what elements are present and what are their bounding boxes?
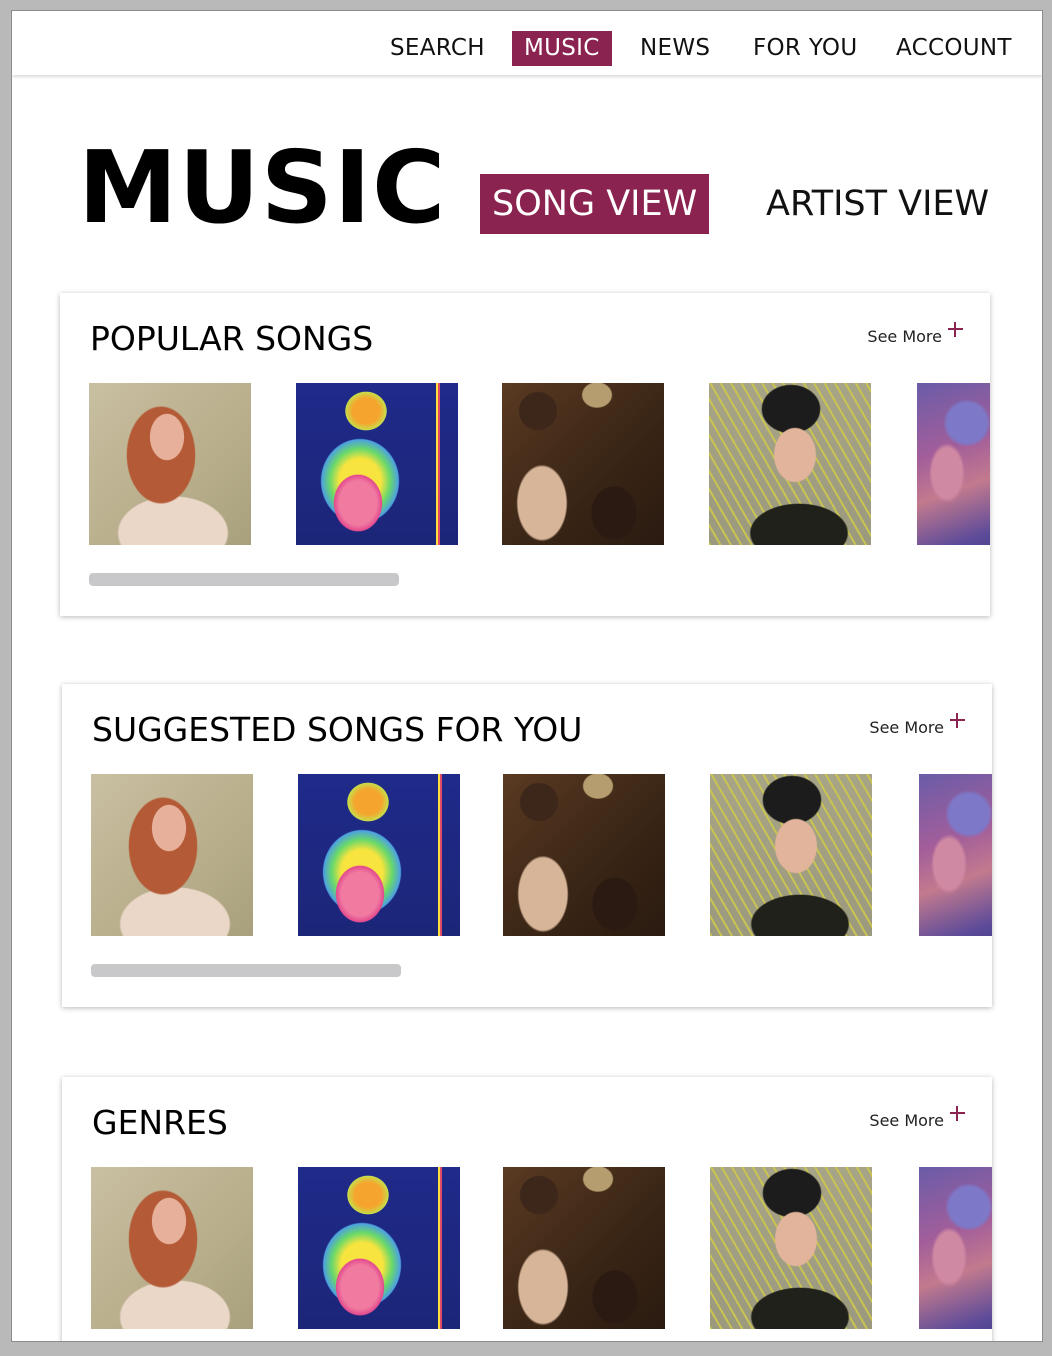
plus-icon xyxy=(948,322,963,337)
top-navigation: SEARCH MUSIC NEWS FOR YOU ACCOUNT xyxy=(12,11,1042,75)
nav-news[interactable]: NEWS xyxy=(628,31,722,66)
album-cover[interactable] xyxy=(296,383,458,545)
nav-account[interactable]: ACCOUNT xyxy=(884,31,1024,66)
album-cover[interactable] xyxy=(91,774,253,936)
section-title: POPULAR SONGS xyxy=(90,319,374,358)
nav-search[interactable]: SEARCH xyxy=(378,31,497,66)
horizontal-scrollbar[interactable] xyxy=(89,573,399,586)
nav-for-you[interactable]: FOR YOU xyxy=(741,31,869,66)
music-page: SEARCH MUSIC NEWS FOR YOU ACCOUNT MUSIC … xyxy=(11,10,1043,1342)
page-title: MUSIC xyxy=(78,129,447,246)
see-more-label: See More xyxy=(869,1111,944,1130)
album-cover[interactable] xyxy=(298,774,460,936)
section-title: SUGGESTED SONGS FOR YOU xyxy=(92,710,583,749)
popular-songs-section: POPULAR SONGS See More xyxy=(60,293,990,616)
nav-music[interactable]: MUSIC xyxy=(512,31,612,66)
artist-view-button[interactable]: ARTIST VIEW xyxy=(754,174,1001,234)
see-more-button[interactable]: See More xyxy=(869,1106,965,1130)
see-more-label: See More xyxy=(869,718,944,737)
genre-cover[interactable] xyxy=(503,1167,665,1329)
album-cover[interactable] xyxy=(503,774,665,936)
see-more-button[interactable]: See More xyxy=(867,322,963,346)
genre-cover[interactable] xyxy=(298,1167,460,1329)
album-cover[interactable] xyxy=(89,383,251,545)
horizontal-scrollbar[interactable] xyxy=(91,964,401,977)
song-view-button[interactable]: SONG VIEW xyxy=(480,174,710,234)
genre-cover[interactable] xyxy=(919,1167,992,1329)
album-cover[interactable] xyxy=(709,383,871,545)
genre-cover[interactable] xyxy=(91,1167,253,1329)
album-cover[interactable] xyxy=(917,383,990,545)
see-more-button[interactable]: See More xyxy=(869,713,965,737)
section-title: GENRES xyxy=(92,1103,228,1142)
see-more-label: See More xyxy=(867,327,942,346)
plus-icon xyxy=(950,1106,965,1121)
album-cover[interactable] xyxy=(919,774,992,936)
genres-section: GENRES See More xyxy=(62,1077,992,1341)
suggested-songs-section: SUGGESTED SONGS FOR YOU See More xyxy=(62,684,992,1007)
plus-icon xyxy=(950,713,965,728)
album-cover[interactable] xyxy=(502,383,664,545)
genre-cover[interactable] xyxy=(710,1167,872,1329)
album-cover[interactable] xyxy=(710,774,872,936)
